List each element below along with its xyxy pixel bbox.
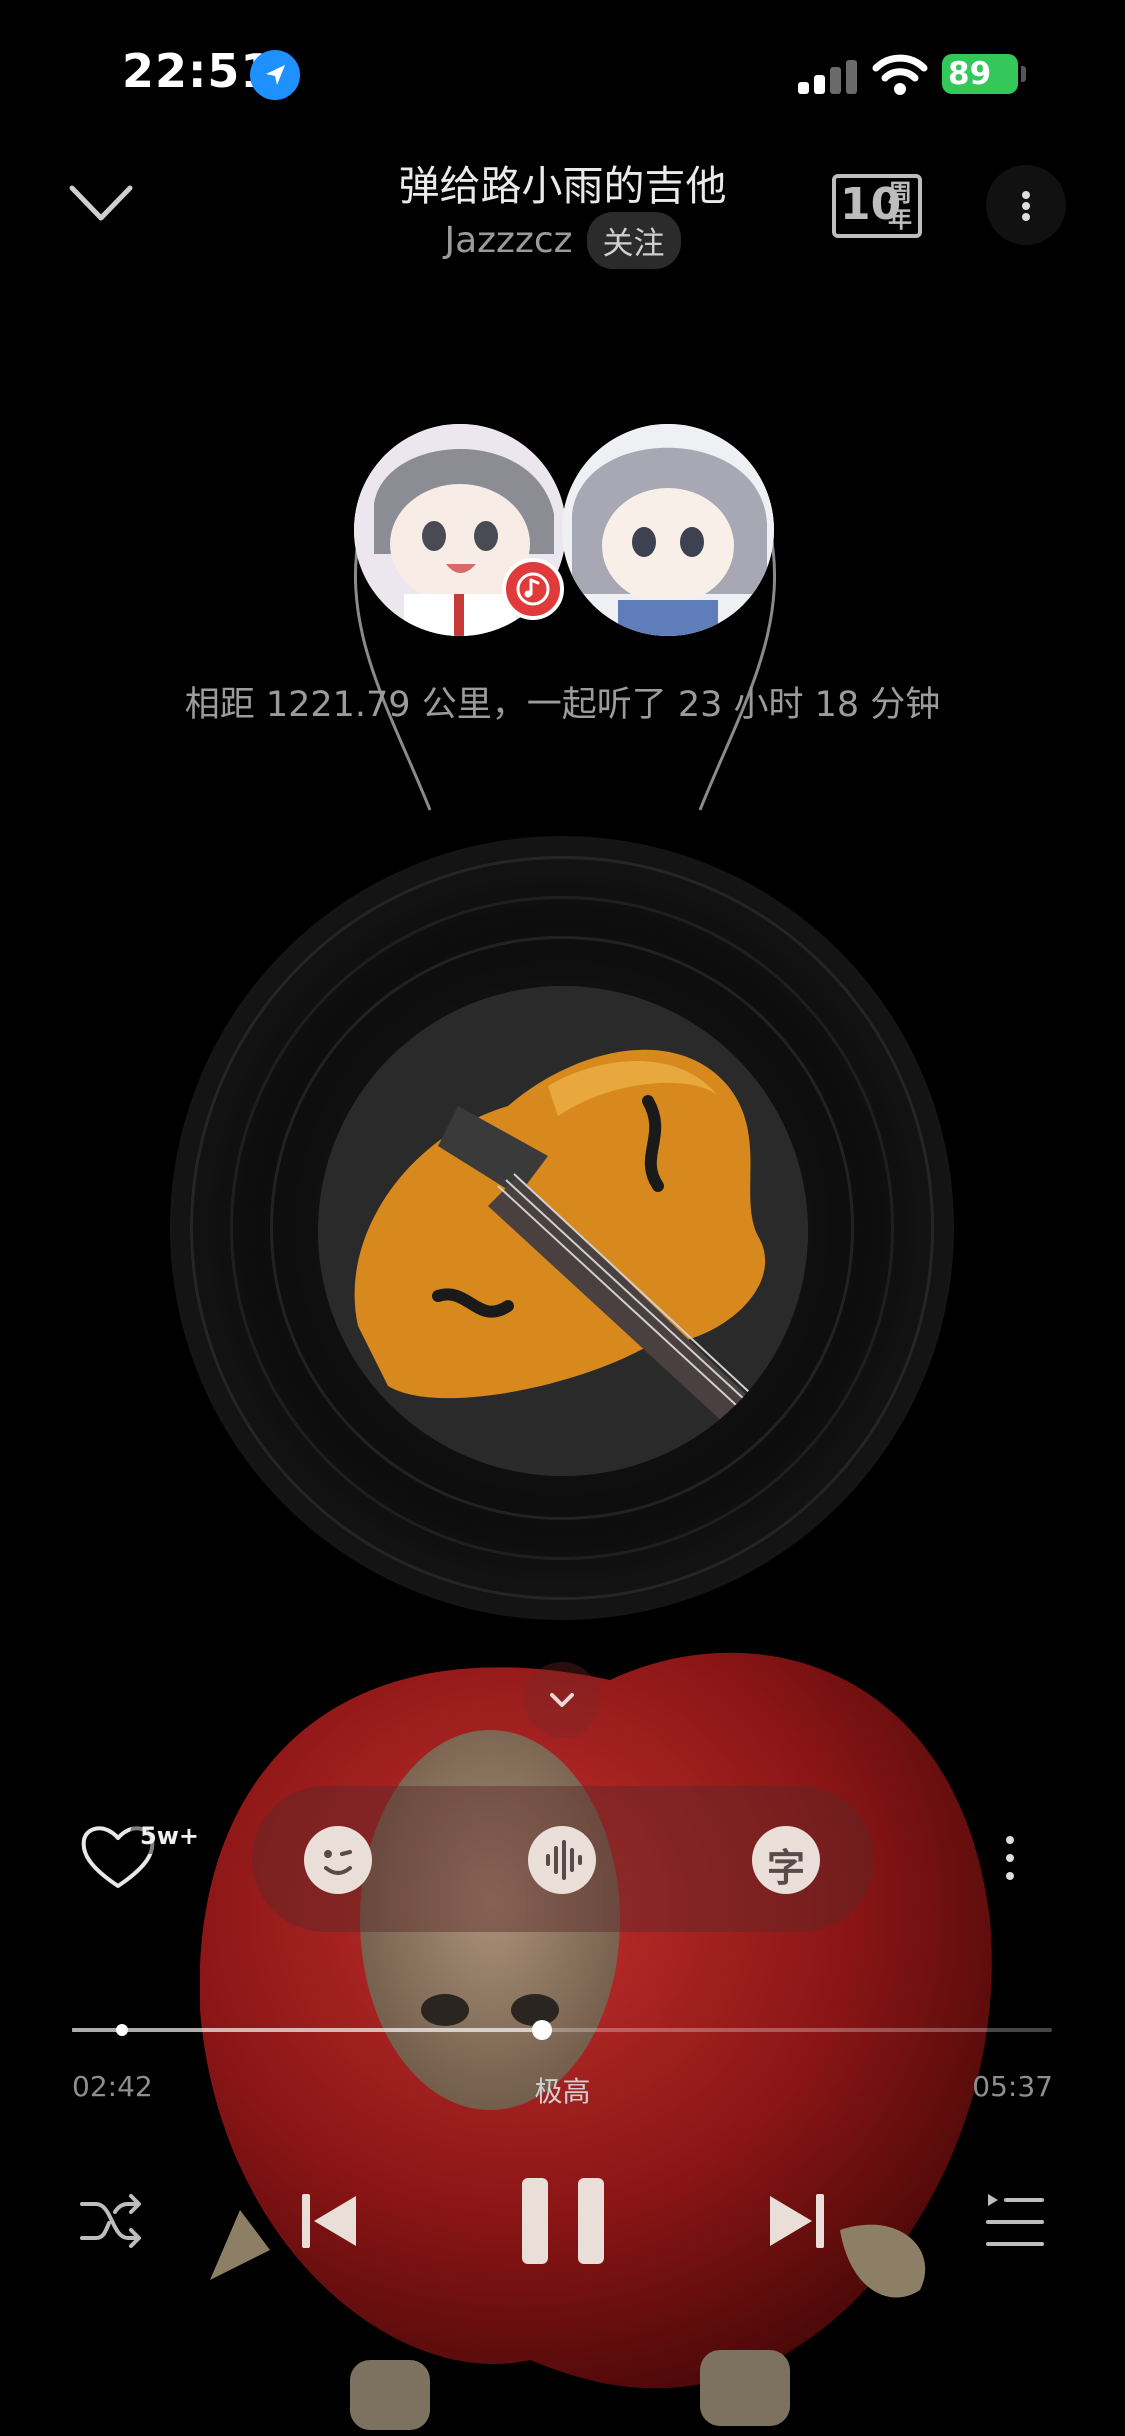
listen-together-summary: 相距 1221.79 公里，一起听了 23 小时 18 分钟 <box>184 685 941 725</box>
lyrics-icon[interactable]: 字 <box>752 1826 820 1894</box>
next-icon[interactable] <box>766 2190 828 2252</box>
battery-tip <box>1021 66 1026 82</box>
previous-icon[interactable] <box>298 2190 360 2252</box>
follow-button[interactable]: 关注 <box>586 212 681 269</box>
album-cover <box>318 986 808 1476</box>
vinyl-record[interactable] <box>170 836 954 1620</box>
artist-name[interactable]: Jazzzcz <box>444 220 572 261</box>
more-icon[interactable] <box>1000 1828 1020 1888</box>
mood-icon[interactable] <box>304 1826 372 1894</box>
battery-indicator: 89 <box>942 54 1018 94</box>
collapse-chevron-button[interactable] <box>524 1662 600 1738</box>
sound-wave-icon[interactable] <box>528 1826 596 1894</box>
wifi-icon <box>872 54 928 95</box>
pause-icon[interactable] <box>518 2176 608 2266</box>
avatar-right[interactable] <box>562 424 774 636</box>
more-options-button[interactable] <box>986 165 1066 245</box>
total-time: 05:37 <box>972 2070 1053 2103</box>
chevron-down-icon <box>550 1693 574 1707</box>
shuffle-icon[interactable] <box>78 2190 144 2252</box>
lyrics-char: 字 <box>766 1846 805 1890</box>
like-count: 5w+ <box>130 1818 209 1854</box>
cellular-signal-icon <box>798 58 858 94</box>
anniversary-text: 周年 <box>888 179 912 233</box>
music-note-icon <box>502 558 564 620</box>
now-playing-screen: 22:51 89 弹给路小雨的吉他 Jazzzcz 关注 10 周年 相距 12… <box>0 0 1125 2436</box>
battery-level: 89 <box>948 56 992 92</box>
artist-row: Jazzzcz 关注 <box>0 212 1125 269</box>
quality-label[interactable]: 极高 <box>0 2070 1125 2110</box>
status-bar: 22:51 89 <box>0 0 1125 150</box>
progress-start-marker <box>116 2024 128 2036</box>
location-arrow-icon <box>250 50 300 100</box>
song-title: 弹给路小雨的吉他 <box>398 162 727 210</box>
listen-together-avatars[interactable] <box>330 410 800 830</box>
progress-bar[interactable] <box>72 2028 1052 2032</box>
anniversary-badge[interactable]: 10 周年 <box>832 174 922 238</box>
progress-fill <box>72 2028 543 2032</box>
playlist-icon[interactable] <box>984 2190 1046 2252</box>
